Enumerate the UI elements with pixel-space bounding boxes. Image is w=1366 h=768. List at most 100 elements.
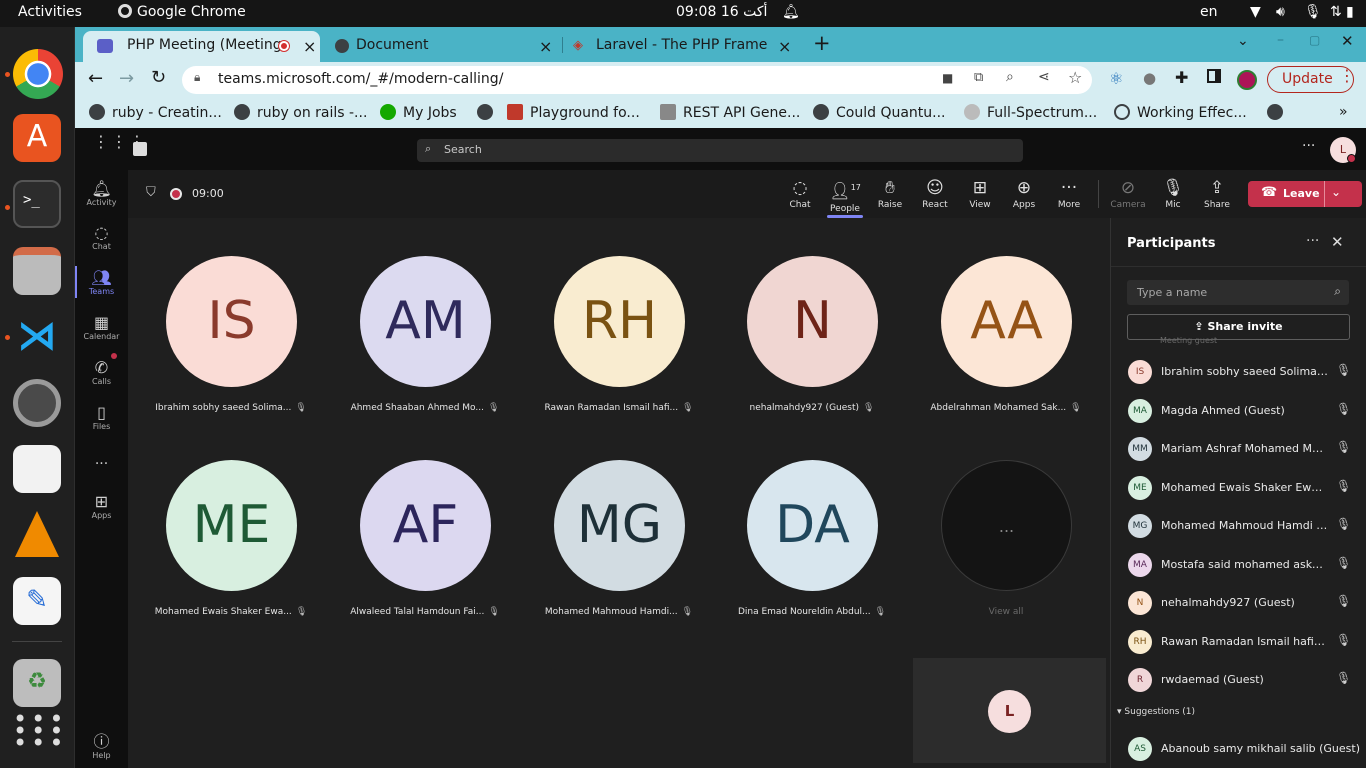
reload-icon[interactable]: ↻ xyxy=(151,67,166,88)
bell-icon[interactable]: 🔔︎ xyxy=(782,4,800,20)
tab-search-chevron-icon[interactable]: ⌄ xyxy=(1237,33,1249,49)
participant-row[interactable]: Rrwdaemad (Guest) 🎙︎ xyxy=(1128,663,1358,697)
bookmark-item[interactable]: Full-Spectrum... xyxy=(964,104,1097,121)
activities-button[interactable]: Activities xyxy=(18,4,82,20)
rail-calendar[interactable]: ▦ Calendar xyxy=(75,314,128,342)
profile-avatar[interactable] xyxy=(1237,70,1257,90)
bookmark-item[interactable] xyxy=(477,104,500,121)
participant-tile[interactable]: RH Rawan Ramadan Ismail hafi... 🎙︎ xyxy=(522,256,716,460)
participant-tile[interactable]: AF Alwaleed Talal Hamdoun Fai... 🎙︎ xyxy=(328,460,522,664)
participant-tile[interactable]: MG Mohamed Mahmoud Hamdi... 🎙︎ xyxy=(522,460,716,664)
text-editor-icon[interactable]: ✎ xyxy=(13,577,61,625)
participant-tile[interactable]: ME Mohamed Ewais Shaker Ewa... 🎙︎ xyxy=(134,460,328,664)
share-icon[interactable]: ⋖ xyxy=(1038,69,1050,85)
suggestions-toggle[interactable]: ▾ Suggestions (1) xyxy=(1117,707,1195,717)
participant-tile[interactable]: IS Ibrahim sobhy saeed Solima... 🎙︎ xyxy=(134,256,328,460)
more-bookmarks-chevron-icon[interactable]: » xyxy=(1339,104,1348,120)
side-panel-icon[interactable] xyxy=(1207,69,1221,83)
settings-icon[interactable] xyxy=(13,379,61,427)
files-icon[interactable] xyxy=(13,247,61,295)
more-options-icon[interactable]: ··· xyxy=(1302,138,1315,154)
extensions-puzzle-icon[interactable]: ✚ xyxy=(1175,68,1188,87)
suggestion-row[interactable]: AS Abanoub samy mikhail salib (Guest) xyxy=(1128,732,1360,766)
participant-row[interactable]: MA Mostafa said mohamed askar (... 🎙︎ xyxy=(1128,548,1358,582)
shield-icon[interactable]: ⛉ xyxy=(146,185,156,200)
view-button[interactable]: ⊞ View xyxy=(958,178,1002,210)
tab-document[interactable]: Document × xyxy=(325,31,555,62)
more-button[interactable]: ··· More xyxy=(1047,178,1091,210)
chrome-dock-icon[interactable] xyxy=(13,49,63,99)
people-button[interactable]: 👤︎17 People xyxy=(823,178,867,214)
close-icon[interactable]: × xyxy=(303,37,316,56)
participant-tile[interactable]: AM Ahmed Shaaban Ahmed Mo... 🎙︎ xyxy=(328,256,522,460)
rail-teams[interactable]: 👥︎ Teams xyxy=(75,269,128,297)
view-all-tile[interactable]: ... View all xyxy=(909,460,1103,664)
chat-button[interactable]: ◌ Chat xyxy=(778,178,822,210)
participant-search-input[interactable]: Type a name ⌕ xyxy=(1127,280,1349,305)
volume-icon[interactable]: 🔊︎ xyxy=(1276,4,1285,20)
leave-split-button[interactable]: ☎ Leave ⌄ xyxy=(1248,181,1362,207)
forward-arrow-icon[interactable]: → xyxy=(119,68,134,89)
participant-row[interactable]: MA Magda Ahmed (Guest) 🎙︎ xyxy=(1128,394,1358,428)
extension-icon[interactable]: ● xyxy=(1143,69,1156,87)
tab-laravel[interactable]: ◈ Laravel - The PHP Framew × xyxy=(565,31,795,62)
back-arrow-icon[interactable]: ← xyxy=(88,68,103,89)
teams-search-box[interactable]: ⌕ Search xyxy=(417,139,1023,162)
bookmark-item[interactable]: Working Effec... xyxy=(1114,104,1247,121)
clock[interactable]: 09:08 16 أكت xyxy=(676,4,767,20)
bookmark-item[interactable]: Playground fo... xyxy=(507,104,640,121)
microphone-icon[interactable]: 🎙︎ xyxy=(1304,4,1322,20)
language-indicator[interactable]: en xyxy=(1200,4,1218,20)
participant-tile[interactable]: AA Abdelrahman Mohamed Sak... 🎙︎ xyxy=(909,256,1103,460)
vscode-icon[interactable]: ⋊ xyxy=(13,313,61,361)
participant-row[interactable]: ME Mohamed Ewais Shaker Ewais (... 🎙︎ xyxy=(1128,471,1358,505)
bookmark-item[interactable]: ruby - Creatin... xyxy=(89,104,222,121)
bookmark-item[interactable]: REST API Gene... xyxy=(660,104,800,121)
tab-php-meeting[interactable]: PHP Meeting (Meeting × xyxy=(83,31,320,62)
omnibox[interactable]: 🔒︎ teams.microsoft.com/_#/modern-calling… xyxy=(182,66,1092,94)
camera-button[interactable]: ⊘ Camera xyxy=(1106,178,1150,210)
vlc-icon[interactable] xyxy=(15,511,59,557)
close-window-icon[interactable]: ✕ xyxy=(1341,32,1354,50)
rail-apps[interactable]: ⊞ Apps xyxy=(75,493,128,521)
participant-row[interactable]: MG Mohamed Mahmoud Hamdi Go... 🎙︎ xyxy=(1128,509,1358,543)
document-viewer-icon[interactable] xyxy=(13,445,61,493)
participant-row[interactable]: MM Mariam Ashraf Mohamed Mah... 🎙︎ xyxy=(1128,432,1358,466)
share-button[interactable]: ⇪ Share xyxy=(1195,178,1239,210)
participant-row[interactable]: RH Rawan Ramadan Ismail hafiz (G... 🎙︎ xyxy=(1128,625,1358,659)
show-apps-grid-icon[interactable]: ••• ••• ••• xyxy=(13,707,63,757)
more-menu-icon[interactable]: ⋮ xyxy=(1339,66,1355,85)
bookmark-star-icon[interactable]: ☆ xyxy=(1068,68,1082,87)
participant-row[interactable]: IS Ibrahim sobhy saeed Soliman (... 🎙︎ xyxy=(1128,355,1358,389)
raise-hand-button[interactable]: ✋︎ Raise xyxy=(868,178,912,210)
open-in-app-icon[interactable]: ⧉ xyxy=(974,70,983,85)
rail-help[interactable]: ⓘ Help xyxy=(75,733,128,761)
battery-icon[interactable]: ▮ xyxy=(1346,4,1354,20)
rail-chat[interactable]: ◌ Chat xyxy=(75,224,128,252)
network-icon[interactable]: ⇅ xyxy=(1330,4,1342,20)
zoom-icon[interactable]: ⌕ xyxy=(1006,69,1014,85)
apps-button[interactable]: ⊕ Apps xyxy=(1002,178,1046,210)
rail-more-apps[interactable]: ... xyxy=(75,452,128,468)
more-options-icon[interactable]: ··· xyxy=(1306,233,1319,249)
participant-tile[interactable]: Nnehalmahdy927 (Guest) 🎙︎ xyxy=(715,256,909,460)
mic-button[interactable]: 🎙︎ Mic xyxy=(1151,178,1195,210)
maximize-icon[interactable]: ▢ xyxy=(1309,33,1320,47)
rail-activity[interactable]: 🔔︎ Activity xyxy=(75,180,128,208)
bookmark-item[interactable] xyxy=(1267,104,1290,121)
chrome-app-menu[interactable]: Google Chrome xyxy=(118,4,246,20)
close-icon[interactable]: × xyxy=(539,37,552,56)
bookmark-item[interactable]: My Jobs xyxy=(380,104,457,121)
participant-tile[interactable]: DA Dina Emad Noureldin Abdul... 🎙︎ xyxy=(715,460,909,664)
rail-files[interactable]: ▯ Files xyxy=(75,404,128,432)
minimize-icon[interactable]: – xyxy=(1277,32,1284,48)
new-tab-icon[interactable]: + xyxy=(813,31,831,55)
react-devtools-icon[interactable]: ⚛ xyxy=(1109,69,1123,88)
software-store-icon[interactable]: A xyxy=(13,114,61,162)
participant-row[interactable]: Nnehalmahdy927 (Guest) 🎙︎ xyxy=(1128,586,1358,620)
wifi-icon[interactable]: ▼ xyxy=(1250,4,1261,20)
react-button[interactable]: ☺ React xyxy=(913,178,957,210)
bookmark-item[interactable]: ruby on rails -... xyxy=(234,104,367,121)
camera-in-use-icon[interactable]: ■ xyxy=(942,71,953,85)
chevron-down-icon[interactable]: ⌄ xyxy=(1331,185,1341,199)
